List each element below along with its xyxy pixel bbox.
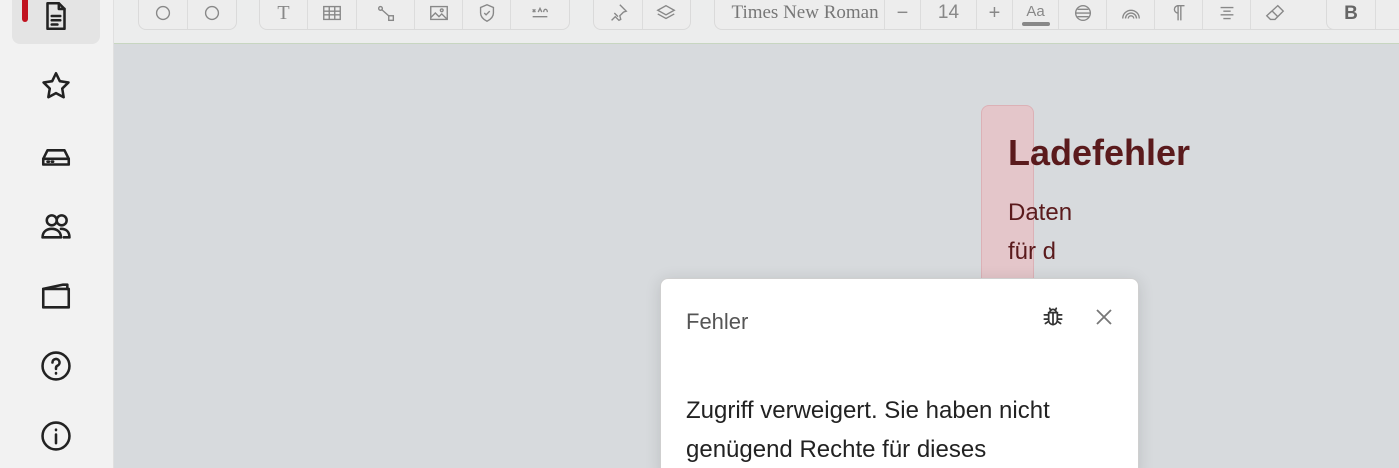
folder-icon bbox=[41, 283, 71, 309]
pin-layer-group bbox=[593, 0, 691, 30]
table-tool-button[interactable] bbox=[308, 0, 357, 29]
layers-icon bbox=[656, 4, 676, 20]
formula-icon bbox=[532, 6, 549, 18]
users-icon bbox=[41, 214, 71, 239]
table-icon bbox=[323, 5, 341, 21]
sidebar-item-drive[interactable] bbox=[12, 128, 100, 184]
text-tool-label: T bbox=[277, 1, 290, 24]
paragraph-button[interactable] bbox=[1155, 0, 1203, 29]
pin-button[interactable] bbox=[594, 0, 643, 29]
ellipse-tool-button[interactable] bbox=[188, 0, 236, 29]
eraser-icon bbox=[1265, 4, 1285, 21]
bug-icon bbox=[1043, 307, 1063, 326]
error-title: Ladefehler bbox=[1008, 132, 1191, 173]
rainbow-icon bbox=[1121, 9, 1140, 19]
insert-tools-group: T bbox=[259, 0, 570, 30]
close-icon bbox=[1096, 309, 1112, 325]
layers-button[interactable] bbox=[643, 0, 691, 29]
sidebar-item-favorites[interactable] bbox=[12, 58, 100, 114]
decrease-label: − bbox=[896, 1, 909, 24]
italic-button[interactable] bbox=[1376, 0, 1399, 29]
shape-tools-group bbox=[138, 0, 237, 30]
circle-tool-button[interactable] bbox=[139, 0, 188, 29]
shield-tool-button[interactable] bbox=[463, 0, 511, 29]
text-style-button[interactable]: Aa bbox=[1013, 0, 1059, 29]
text-format-group: Times New Roman − 14 + Aa bbox=[714, 0, 1399, 30]
image-tool-button[interactable] bbox=[415, 0, 463, 29]
shield-check-icon bbox=[479, 4, 494, 23]
font-family-value: Times New Roman bbox=[731, 2, 879, 23]
close-dialog-button[interactable] bbox=[1091, 304, 1117, 330]
info-icon bbox=[41, 421, 71, 451]
align-center-icon bbox=[1220, 6, 1233, 20]
text-tool-button[interactable]: T bbox=[260, 0, 308, 29]
dialog-title: Fehler bbox=[686, 309, 749, 334]
eraser-button[interactable] bbox=[1251, 0, 1299, 29]
active-indicator bbox=[22, 0, 28, 22]
dialog-message: Zugriff verweigert. Sie haben nicht genü… bbox=[686, 397, 1050, 463]
font-size-decrease-button[interactable]: − bbox=[885, 0, 921, 29]
sidebar-item-info[interactable] bbox=[12, 408, 100, 464]
align-button[interactable] bbox=[1203, 0, 1251, 29]
font-size-input[interactable]: 14 bbox=[921, 0, 977, 29]
sidebar-item-help[interactable] bbox=[12, 338, 100, 394]
document-icon bbox=[46, 1, 66, 31]
pin-icon bbox=[610, 4, 628, 22]
paragraph-icon bbox=[1173, 4, 1184, 21]
sidebar bbox=[0, 0, 114, 468]
connector-icon bbox=[377, 5, 394, 22]
font-size-increase-button[interactable]: + bbox=[977, 0, 1013, 29]
help-icon bbox=[41, 351, 71, 381]
fill-button[interactable] bbox=[1059, 0, 1107, 29]
text-style-label: Aa bbox=[1026, 2, 1045, 20]
report-bug-button[interactable] bbox=[1039, 303, 1067, 331]
star-icon bbox=[42, 71, 70, 99]
connector-tool-button[interactable] bbox=[357, 0, 415, 29]
text-color-swatch bbox=[1021, 21, 1050, 26]
sidebar-item-documents[interactable] bbox=[12, 0, 100, 44]
font-family-select[interactable]: Times New Roman bbox=[715, 0, 885, 29]
drive-icon bbox=[41, 149, 71, 166]
rainbow-button[interactable] bbox=[1107, 0, 1155, 29]
bold-label: B bbox=[1344, 3, 1358, 24]
increase-label: + bbox=[988, 1, 1001, 24]
fill-icon bbox=[1074, 4, 1091, 22]
bold-button[interactable]: B bbox=[1327, 0, 1377, 29]
toolbar: T Times New Roman − 14 + Aa B bbox=[114, 0, 1399, 44]
circle-icon bbox=[155, 5, 171, 21]
error-body: Daten für d bbox=[1008, 199, 1073, 265]
text-emphasis-group: B bbox=[1326, 0, 1399, 30]
sidebar-item-users[interactable] bbox=[12, 198, 100, 254]
font-size-value: 14 bbox=[937, 2, 960, 23]
image-icon bbox=[429, 5, 448, 21]
ellipse-icon bbox=[204, 5, 220, 21]
sidebar-item-folders[interactable] bbox=[12, 268, 100, 324]
error-dialog: Fehler Zugriff verweigert. Sie haben nic… bbox=[660, 278, 1139, 468]
formula-tool-button[interactable] bbox=[511, 0, 569, 29]
